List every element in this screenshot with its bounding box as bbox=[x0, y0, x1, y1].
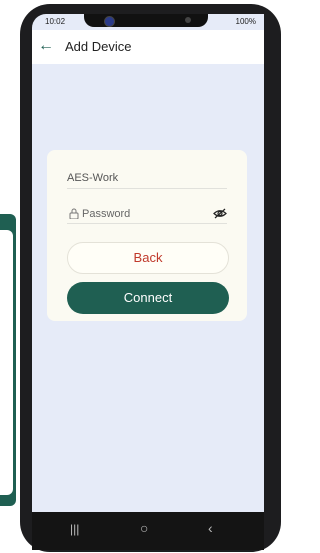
ssid-field[interactable]: AES-Work bbox=[67, 172, 227, 189]
lock-icon bbox=[69, 208, 79, 222]
back-icon[interactable]: ‹ bbox=[208, 520, 213, 536]
front-camera bbox=[104, 16, 115, 27]
back-button[interactable]: Back bbox=[67, 242, 229, 274]
arrow-left-icon[interactable]: ← bbox=[38, 38, 54, 54]
ssid-value: AES-Work bbox=[67, 172, 119, 184]
recents-icon[interactable]: ||| bbox=[70, 522, 79, 536]
wifi-form-card: AES-Work Password Back Connect bbox=[47, 150, 247, 321]
status-battery: 100% bbox=[235, 17, 256, 26]
phone-screen: 10:02 100% ← Add Device AES-Work Passwor… bbox=[32, 14, 264, 512]
password-placeholder: Password bbox=[82, 208, 131, 220]
status-time: 10:02 bbox=[45, 17, 66, 26]
background-card-inner bbox=[0, 230, 13, 495]
home-icon[interactable]: ○ bbox=[140, 520, 148, 536]
connect-button[interactable]: Connect bbox=[67, 282, 229, 314]
eye-off-icon[interactable] bbox=[213, 208, 227, 222]
password-field[interactable]: Password bbox=[67, 207, 227, 224]
app-bar: ← Add Device bbox=[32, 30, 264, 64]
system-nav-bar: ||| ○ ‹ bbox=[32, 512, 264, 550]
sensor-dot bbox=[185, 17, 191, 23]
page-title: Add Device bbox=[65, 39, 132, 54]
